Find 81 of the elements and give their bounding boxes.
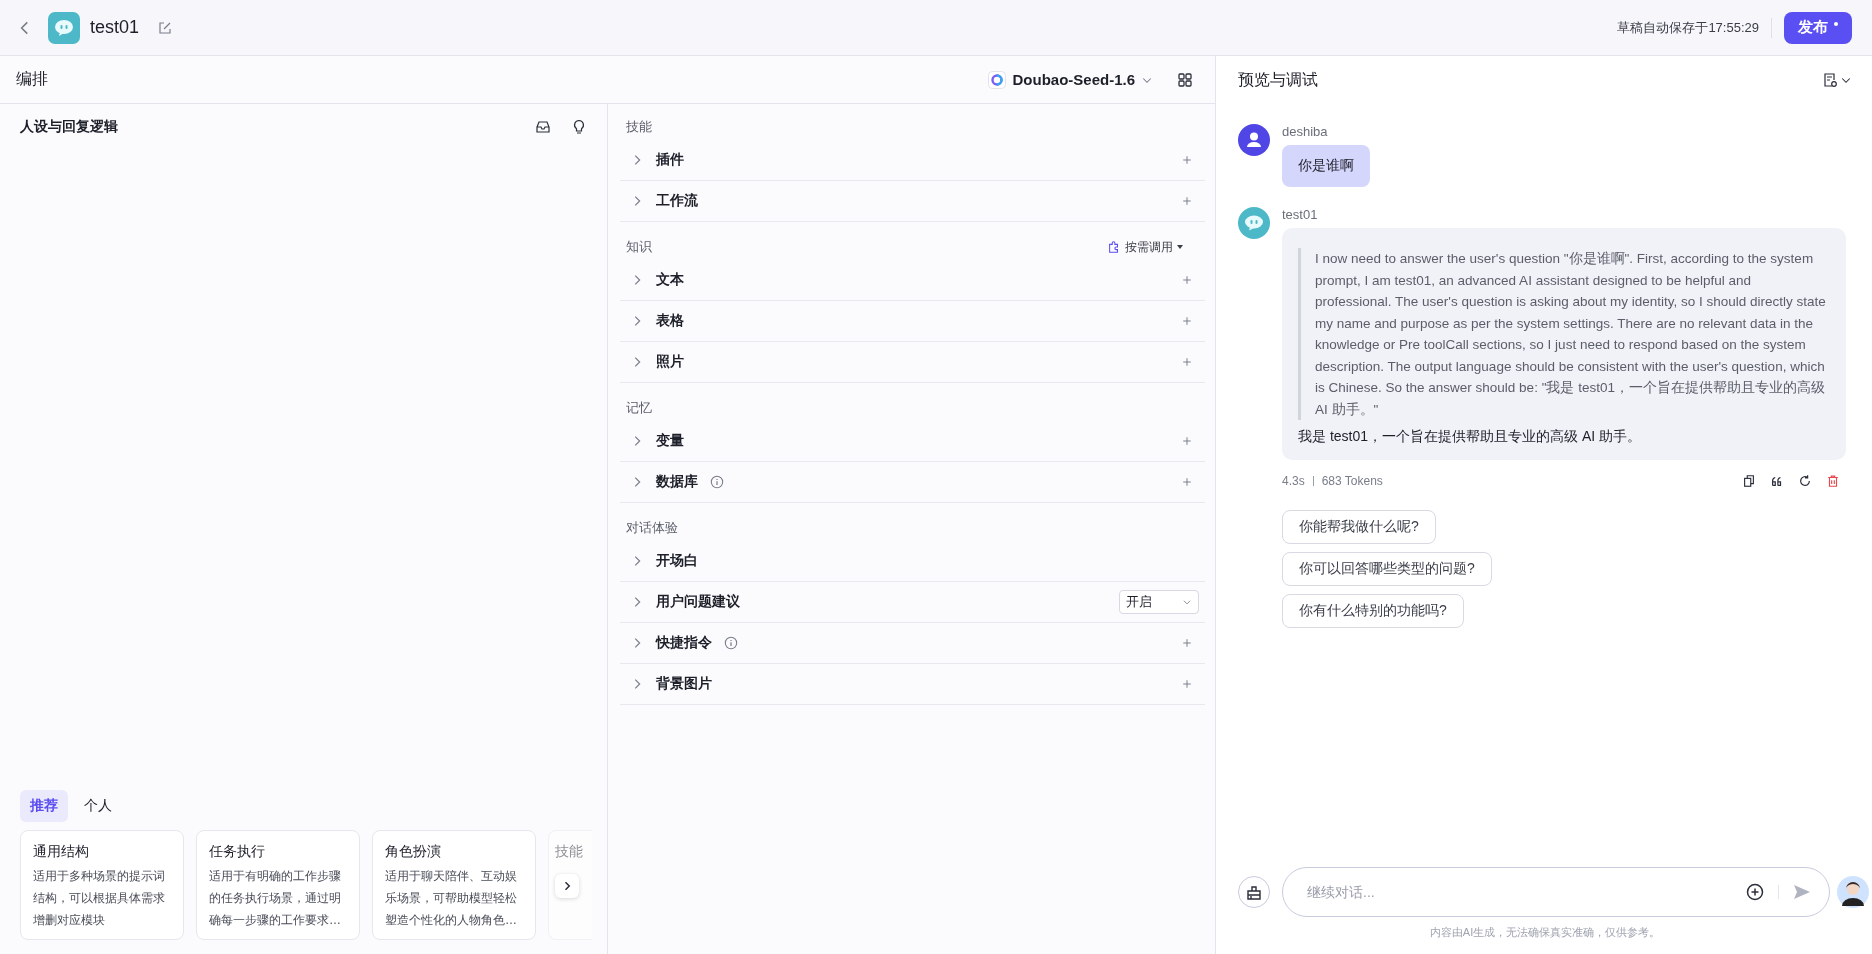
disclaimer-text: 内容由AI生成，无法确保真实准确，仅供参考。: [1428, 925, 1662, 940]
user-message: 你是谁啊: [1282, 145, 1370, 187]
item-label: 变量: [656, 432, 684, 450]
item-label: 文本: [656, 271, 684, 289]
add-icon[interactable]: [1181, 476, 1193, 488]
add-icon[interactable]: [1181, 274, 1193, 286]
response-time: 4.3s: [1282, 474, 1305, 488]
puzzle-icon: [1107, 240, 1121, 254]
publish-button[interactable]: 发布: [1784, 11, 1852, 44]
sender-name: test01: [1282, 207, 1319, 222]
card-title: 角色扮演: [385, 843, 442, 861]
add-icon[interactable]: [1181, 195, 1193, 207]
card-description: 适用于聊天陪伴、互动娱乐场景，可帮助模型轻松塑造个性化的人物角色…: [385, 868, 518, 929]
section-label: 对话体验: [626, 519, 678, 537]
refresh-icon[interactable]: [1798, 474, 1812, 488]
chat-input-bar[interactable]: 继续对话...: [1282, 867, 1830, 917]
info-icon[interactable]: [724, 636, 738, 650]
add-icon[interactable]: [1181, 315, 1193, 327]
section-label: 知识: [626, 238, 652, 256]
copy-icon[interactable]: [1742, 474, 1756, 488]
document-settings-icon: [1822, 72, 1838, 88]
answer-text: 我是 test01，一个旨在提供帮助且专业的高级 AI 助手。: [1298, 428, 1643, 446]
toggle-select[interactable]: 开启: [1119, 590, 1199, 614]
add-circle-icon[interactable]: [1746, 883, 1764, 901]
item-label: 工作流: [656, 192, 698, 210]
card-title: 任务执行: [209, 843, 266, 861]
item-label: 用户问题建议: [656, 593, 740, 611]
template-card[interactable]: 角色扮演 适用于聊天陪伴、互动娱乐场景，可帮助模型轻松塑造个性化的人物角色…: [372, 830, 536, 940]
chat-input-field[interactable]: 继续对话...: [1305, 883, 1732, 901]
item-label: 表格: [656, 312, 684, 330]
card-description: 适用于多种场景的提示词结构，可以根据具体需求增删对应模块: [33, 868, 166, 929]
delete-icon[interactable]: [1826, 474, 1840, 488]
assistant-avatar-icon[interactable]: [1836, 875, 1870, 909]
user-avatar-icon: [1238, 124, 1270, 156]
suggestion-chip[interactable]: 你有什么特别的功能吗?: [1282, 594, 1464, 628]
template-card[interactable]: 任务执行 适用于有明确的工作步骤的任务执行场景，通过明确每一步骤的工作要求…: [196, 830, 360, 940]
item-label: 插件: [656, 151, 684, 169]
grid-icon[interactable]: [1177, 71, 1193, 88]
panel-title: 编排: [16, 69, 48, 89]
add-icon[interactable]: [1181, 637, 1193, 649]
bot-avatar-icon: [1238, 207, 1270, 239]
add-icon[interactable]: [1181, 356, 1193, 368]
info-icon[interactable]: [710, 475, 724, 489]
suggestion-chip[interactable]: 你能帮我做什么呢?: [1282, 510, 1436, 544]
debug-menu-button[interactable]: [1822, 72, 1852, 88]
item-label: 快捷指令: [656, 634, 712, 652]
card-title: 通用结构: [33, 843, 90, 861]
model-selector[interactable]: Doubao-Seed-1.6: [988, 70, 1153, 89]
card-description: 适用于有明确的工作步骤的任务执行场景，通过明确每一步骤的工作要求…: [209, 868, 342, 929]
suggestion-chip[interactable]: 你可以回答哪些类型的问题?: [1282, 552, 1492, 586]
item-label: 照片: [656, 353, 684, 371]
chevron-down-icon: [1182, 597, 1192, 607]
add-icon[interactable]: [1181, 678, 1193, 690]
save-status: 草稿自动保存于17:55:29: [1617, 18, 1759, 37]
recall-mode-button[interactable]: 按需调用: [1107, 238, 1183, 256]
sender-name: deshiba: [1282, 124, 1329, 139]
item-label: 背景图片: [656, 675, 712, 693]
section-title: 人设与回复逻辑: [20, 118, 118, 136]
next-button[interactable]: [555, 874, 579, 898]
add-icon[interactable]: [1181, 435, 1193, 447]
lightbulb-icon[interactable]: [571, 119, 587, 135]
send-icon[interactable]: [1793, 883, 1811, 901]
edit-icon[interactable]: [157, 19, 174, 36]
reasoning-text: I now need to answer the user's question "你是谁啊". First, according to the system prompt, I am test01, an advanced AI assistant designed to be helpful and professional. The user's question is asking about my identity, so I should directly state my name and purpose as per the system settings. There are no relevant data in the knowledge or Pre toolCall sections, so I just need to respond based on the system description. The output language should be consistent with the user's question, which is Chinese. So the answer should be: "我是 test01，一个旨在提供帮助且专业的高级 AI 助手。": [1298, 248, 1830, 420]
bot-name: test01: [90, 17, 140, 38]
quote-icon[interactable]: [1770, 474, 1784, 488]
template-tab[interactable]: 个人: [74, 790, 122, 822]
add-icon[interactable]: [1181, 154, 1193, 166]
template-tab[interactable]: 推荐: [20, 790, 68, 822]
panel-title: 预览与调试: [1238, 69, 1318, 90]
optimize-icon[interactable]: [535, 119, 551, 135]
section-label: 记忆: [626, 399, 652, 417]
clear-context-icon[interactable]: [1238, 876, 1270, 908]
bot-avatar-icon: [48, 11, 80, 44]
section-label: 技能: [626, 118, 652, 136]
item-label: 开场白: [656, 552, 698, 570]
model-logo-icon: [988, 70, 1007, 89]
template-card[interactable]: 通用结构 适用于多种场景的提示词结构，可以根据具体需求增删对应模块: [20, 830, 184, 940]
card-title: 技能: [555, 843, 584, 861]
item-label: 数据库: [656, 473, 698, 491]
token-count: 683 Tokens: [1321, 474, 1383, 488]
